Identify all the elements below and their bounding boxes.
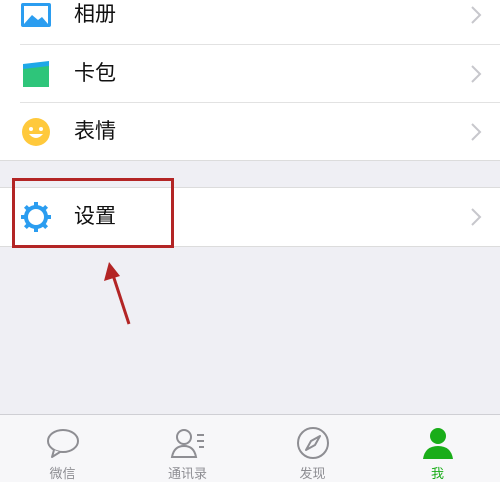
menu-item-label: 卡包 <box>74 62 116 85</box>
me-person-icon <box>423 428 453 459</box>
chevron-right-icon <box>471 208 482 226</box>
tab-label: 发现 <box>299 466 326 481</box>
contacts-icon <box>170 429 204 458</box>
chevron-right-icon <box>471 6 482 24</box>
chevron-right-icon <box>471 123 482 141</box>
tab-chats[interactable]: 微信 <box>0 415 125 482</box>
sticker-smiley-icon <box>22 118 50 146</box>
menu-item-label: 表情 <box>74 120 116 143</box>
menu-item-stickers[interactable]: 表情 <box>0 103 500 161</box>
annotation-highlight-box <box>12 178 174 248</box>
tab-label: 通讯录 <box>167 466 207 481</box>
menu-item-album[interactable]: 相册 <box>0 0 500 44</box>
tab-label: 微信 <box>49 466 76 481</box>
menu-item-label: 相册 <box>74 3 116 26</box>
tab-contacts[interactable]: 通讯录 <box>125 415 250 482</box>
tab-label: 我 <box>430 466 444 481</box>
card-wallet-icon <box>23 61 49 87</box>
chat-bubble-icon <box>47 429 79 458</box>
album-icon <box>21 3 51 27</box>
menu-item-card-wallet[interactable]: 卡包 <box>0 45 500 103</box>
bottom-tab-bar: 微信 通讯录 发现 我 <box>0 414 500 482</box>
menu-group-top: 相册 卡包 表情 <box>0 0 500 161</box>
compass-icon <box>297 427 329 459</box>
tab-discover[interactable]: 发现 <box>250 415 375 482</box>
tab-me[interactable]: 我 <box>375 415 500 482</box>
chevron-right-icon <box>471 65 482 83</box>
